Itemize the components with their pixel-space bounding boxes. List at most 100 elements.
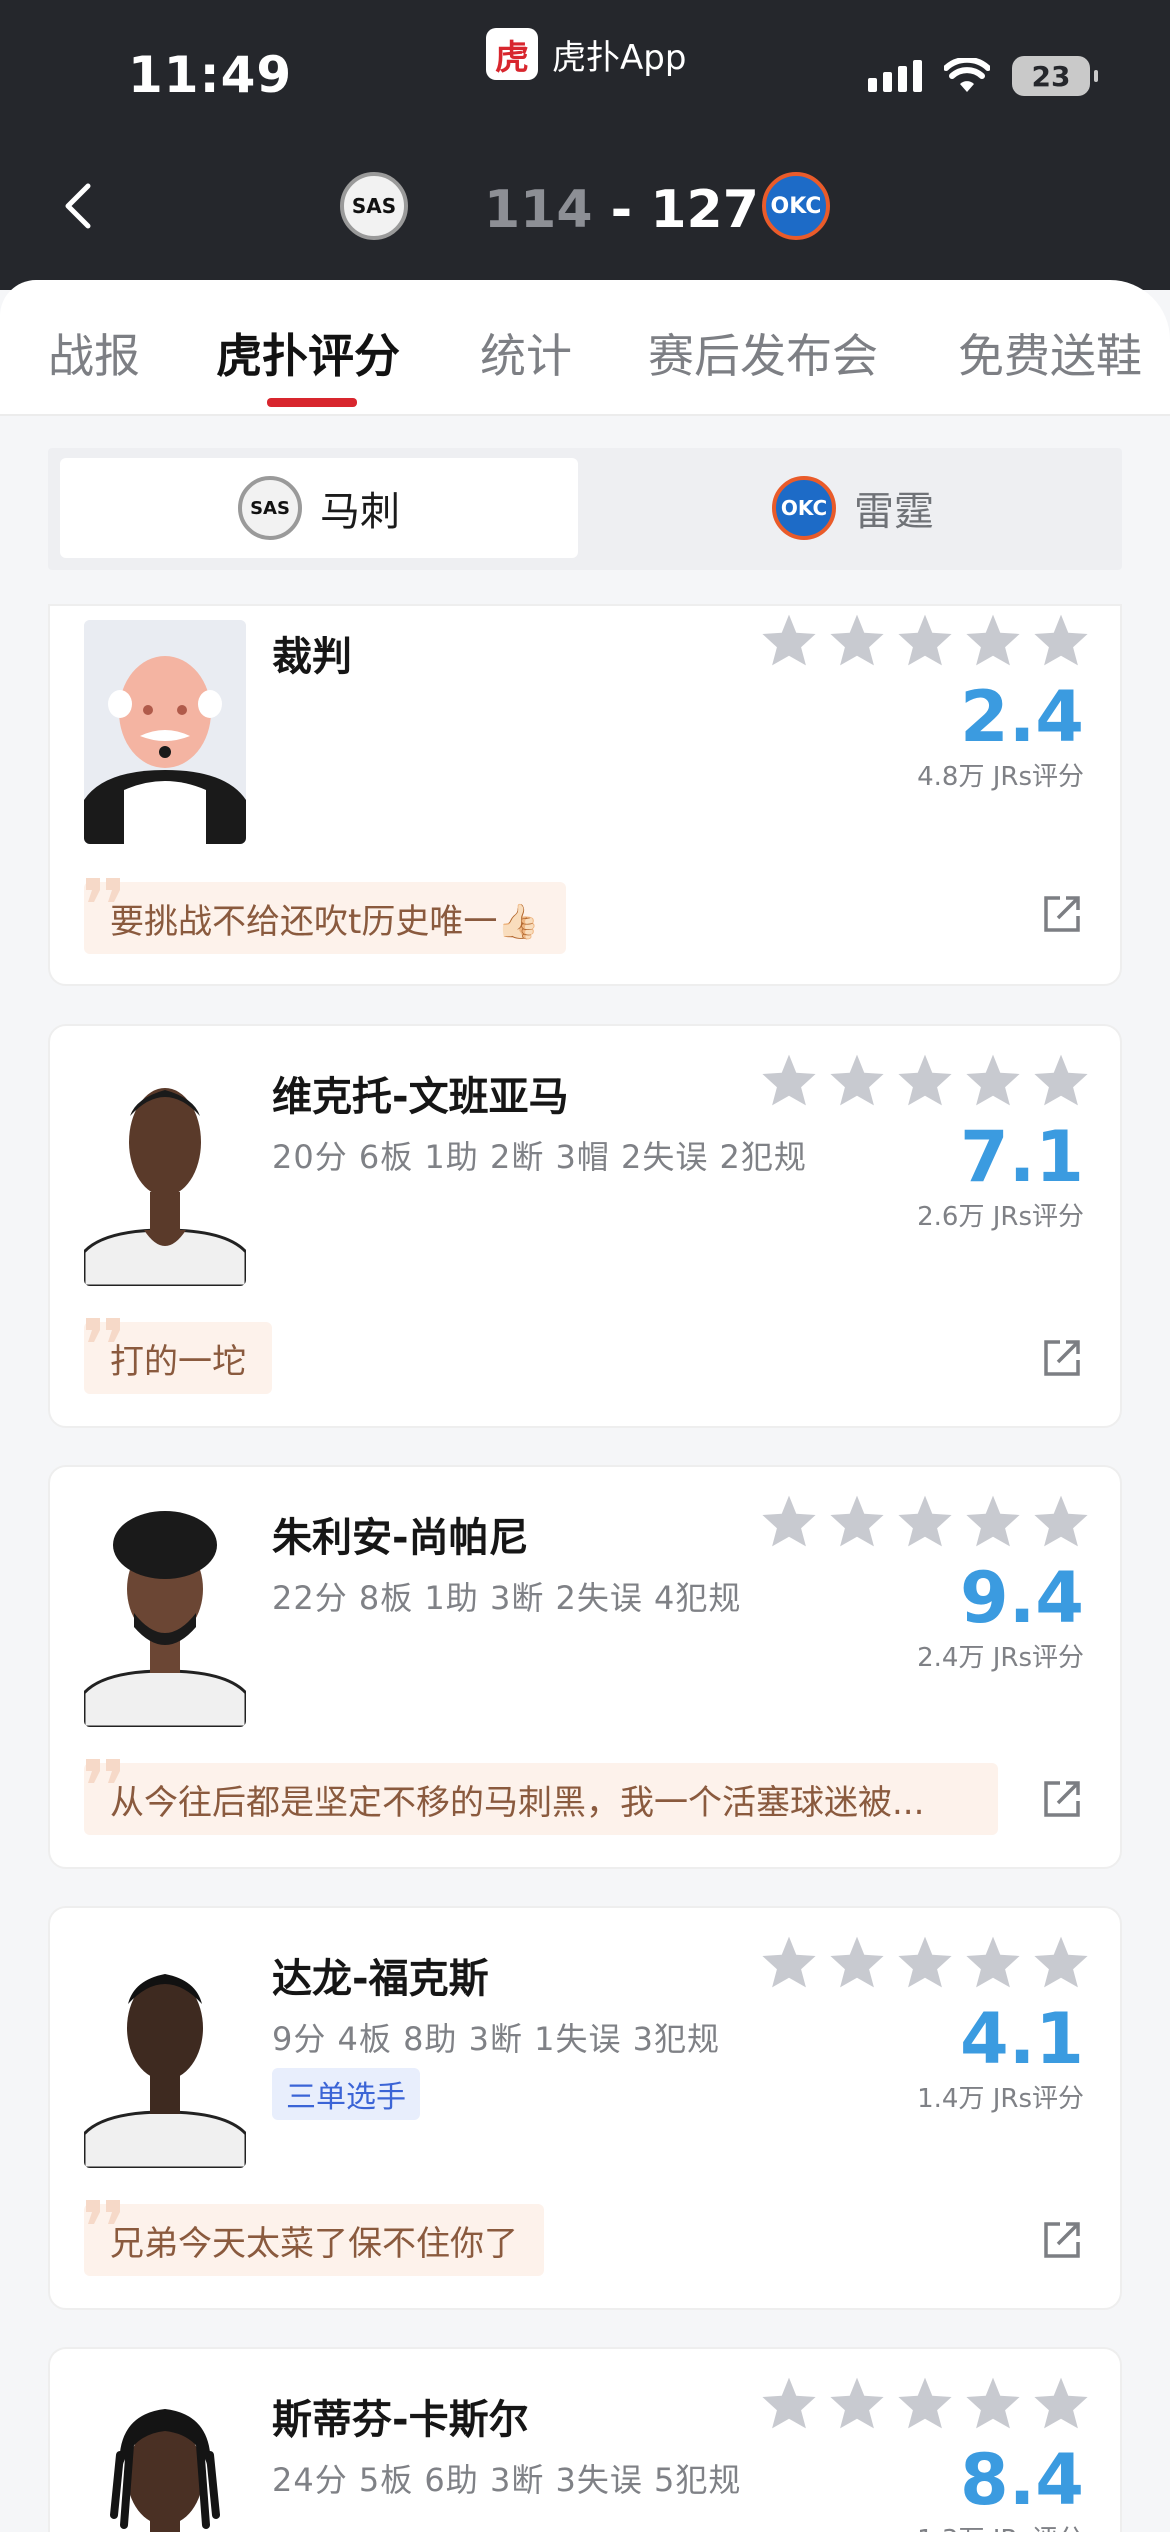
- scoreboard: 114 - 127: [484, 180, 759, 240]
- star-icon: [830, 1495, 884, 1547]
- tab-press-conference[interactable]: 赛后发布会: [648, 320, 878, 386]
- star-icon: [898, 614, 952, 666]
- tab-stats[interactable]: 统计: [480, 320, 572, 386]
- quote-icon: [86, 2200, 120, 2224]
- star-icon: [830, 2377, 884, 2429]
- player-stats: 22分 8板 1助 3断 2失误 4犯规: [272, 1579, 742, 1617]
- spurs-logo-icon[interactable]: SAS: [340, 172, 408, 240]
- rating-score: 7.1: [959, 1116, 1084, 1198]
- star-icon: [830, 614, 884, 666]
- rating-card-referee[interactable]: 裁判 2.4 4.8万 JRs评分 要挑战不给还吹t历史唯一👍🏻: [48, 604, 1122, 986]
- app-badge[interactable]: 虎 虎扑App: [486, 28, 686, 80]
- team-option-label: 雷霆: [854, 489, 934, 535]
- rating-stars[interactable]: [760, 1493, 1090, 1549]
- player-stats: 24分 5板 6助 3断 3失误 5犯规: [272, 2461, 742, 2499]
- tab-report[interactable]: 战报: [48, 320, 140, 386]
- battery-indicator: 23: [1012, 56, 1098, 96]
- star-icon: [1034, 614, 1088, 666]
- player-stats: 20分 6板 1助 2断 3帽 2失误 2犯规: [272, 1138, 807, 1176]
- top-comment[interactable]: 从今往后都是坚定不移的马刺黑，我一个活塞球迷被...: [84, 1763, 998, 1835]
- star-icon: [762, 614, 816, 666]
- rating-card-player[interactable]: 朱利安-尚帕尼 22分 8板 1助 3断 2失误 4犯规 9.4 2.4万 JR…: [48, 1465, 1122, 1869]
- star-icon: [830, 1936, 884, 1988]
- player-avatar: [84, 1944, 246, 2168]
- active-tab-indicator: [267, 398, 357, 407]
- star-icon: [966, 614, 1020, 666]
- rating-card-player[interactable]: 斯蒂芬-卡斯尔 24分 5板 6助 3断 3失误 5犯规 8.4 1.3万 JR…: [48, 2347, 1122, 2532]
- tab-free-shoes[interactable]: 免费送鞋: [958, 320, 1142, 386]
- star-icon: [830, 1054, 884, 1106]
- star-icon: [762, 1054, 816, 1106]
- rating-stars[interactable]: [760, 2375, 1090, 2431]
- player-name: 维克托-文班亚马: [272, 1074, 569, 1120]
- rating-stars[interactable]: [760, 1934, 1090, 1990]
- back-arrow-icon[interactable]: [58, 180, 98, 232]
- rating-score: 8.4: [959, 2439, 1084, 2521]
- rating-card-player[interactable]: 达龙-福克斯 9分 4板 8助 3断 1失误 3犯规 三单选手 4.1 1.4万…: [48, 1906, 1122, 2310]
- rating-stars[interactable]: [760, 612, 1090, 668]
- team-option-thunder[interactable]: OKC 雷霆: [594, 458, 1112, 558]
- star-icon: [898, 2377, 952, 2429]
- top-comment[interactable]: 要挑战不给还吹t历史唯一👍🏻: [84, 882, 566, 954]
- referee-avatar: [84, 620, 246, 844]
- home-score: 114: [484, 180, 593, 240]
- star-icon: [898, 1054, 952, 1106]
- player-photo-icon: [84, 1974, 246, 2168]
- team-switcher: SAS 马刺 OKC 雷霆: [48, 448, 1122, 570]
- star-icon: [762, 1936, 816, 1988]
- cellular-signal-icon: [868, 60, 922, 92]
- player-name: 朱利安-尚帕尼: [272, 1515, 529, 1561]
- player-avatar: [84, 1503, 246, 1727]
- quote-icon: [86, 878, 120, 902]
- star-icon: [1034, 1495, 1088, 1547]
- share-icon[interactable]: [1040, 2218, 1084, 2262]
- tab-bar: 战报 虎扑评分 统计 赛后发布会 免费送鞋: [0, 280, 1170, 416]
- game-header: 11:49 虎 虎扑App 23 SAS 114 - 127 OKC: [0, 0, 1170, 290]
- player-name: 裁判: [272, 634, 352, 680]
- rating-score: 9.4: [959, 1557, 1084, 1639]
- player-stats: 9分 4板 8助 3断 1失误 3犯规: [272, 2020, 721, 2058]
- rating-stars[interactable]: [760, 1052, 1090, 1108]
- thunder-logo-icon: OKC: [772, 476, 836, 540]
- team-option-label: 马刺: [320, 489, 400, 535]
- star-icon: [1034, 1054, 1088, 1106]
- rating-count: 2.6万 JRs评分: [917, 1202, 1084, 1232]
- top-comment[interactable]: 兄弟今天太菜了保不住你了: [84, 2204, 544, 2276]
- app-name: 虎扑App: [552, 37, 687, 78]
- status-time: 11:49: [128, 46, 293, 104]
- wifi-icon: [944, 58, 990, 92]
- app-logo: 虎: [486, 28, 538, 80]
- rating-count: 1.3万 JRs评分: [917, 2519, 1084, 2532]
- away-score: 127: [650, 180, 759, 240]
- player-avatar: [84, 1062, 246, 1286]
- star-icon: [966, 2377, 1020, 2429]
- thunder-logo-icon[interactable]: OKC: [762, 172, 830, 240]
- star-icon: [966, 1054, 1020, 1106]
- player-badge: 三单选手: [272, 2068, 420, 2120]
- share-icon[interactable]: [1040, 1336, 1084, 1380]
- rating-card-player[interactable]: 维克托-文班亚马 20分 6板 1助 2断 3帽 2失误 2犯规 7.1 2.6…: [48, 1024, 1122, 1428]
- player-name: 斯蒂芬-卡斯尔: [272, 2397, 529, 2443]
- star-icon: [898, 1495, 952, 1547]
- score-separator: -: [610, 180, 633, 240]
- player-photo-icon: [84, 1088, 246, 1286]
- tab-hupu-rating[interactable]: 虎扑评分: [216, 320, 400, 386]
- referee-illustration-icon: [84, 620, 246, 844]
- rating-score: 4.1: [959, 1998, 1084, 2080]
- rating-count: 2.4万 JRs评分: [917, 1643, 1084, 1673]
- quote-icon: [86, 1318, 120, 1342]
- share-icon[interactable]: [1040, 1777, 1084, 1821]
- spurs-logo-icon: SAS: [238, 476, 302, 540]
- player-photo-icon: [110, 2409, 220, 2532]
- team-option-spurs[interactable]: SAS 马刺: [60, 458, 578, 558]
- star-icon: [966, 1495, 1020, 1547]
- star-icon: [966, 1936, 1020, 1988]
- player-name: 达龙-福克斯: [272, 1956, 489, 2002]
- star-icon: [1034, 1936, 1088, 1988]
- quote-icon: [86, 1759, 120, 1783]
- rating-count: 1.4万 JRs评分: [917, 2084, 1084, 2114]
- share-icon[interactable]: [1040, 892, 1084, 936]
- rating-score: 2.4: [959, 676, 1084, 758]
- star-icon: [762, 1495, 816, 1547]
- rating-count: 4.8万 JRs评分: [917, 762, 1084, 792]
